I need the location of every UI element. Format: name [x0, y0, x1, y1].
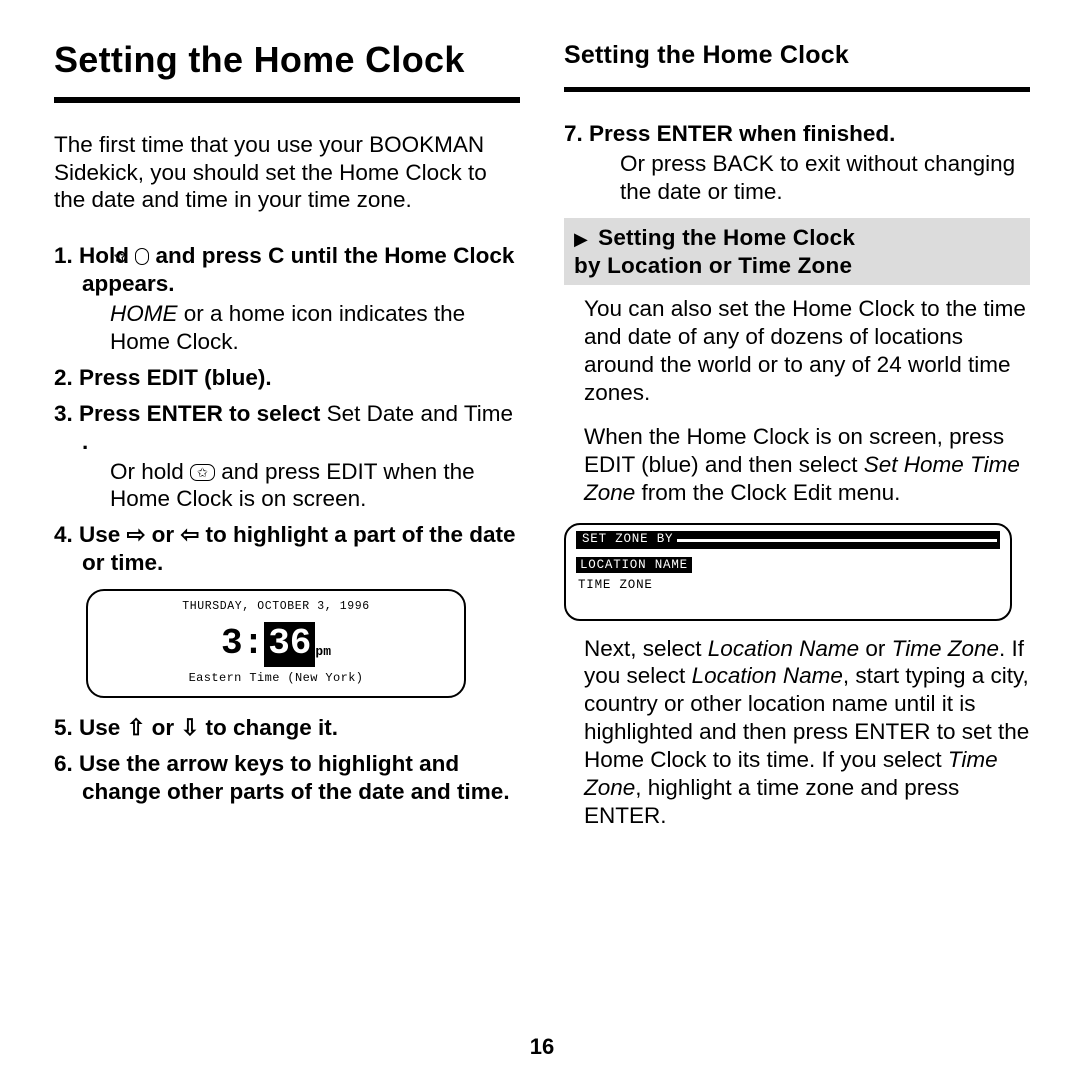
manual-page: Setting the Home Clock The first time th… [0, 0, 1080, 1080]
step-number: 2. [54, 365, 73, 390]
text: . [82, 429, 88, 454]
step-number: 4. [54, 522, 73, 547]
menu-name: Location Name [708, 636, 859, 661]
step-head: Use the arrow keys to highlight and chan… [79, 751, 510, 804]
step-1: 1. Hold ✩ and press C until the Home Clo… [54, 242, 520, 356]
step-4: 4. Use ⇨ or ⇦ to highlight a part of the… [54, 521, 520, 577]
step-number: 6. [54, 751, 73, 776]
text: Use [79, 715, 127, 740]
text: or [145, 522, 180, 547]
step-head: Use ⇨ or ⇦ to highlight a part of the da… [79, 522, 516, 575]
star-key-icon: ✩ [190, 464, 215, 481]
step-head: Hold ✩ and press C until the Home Clock … [79, 243, 514, 296]
subsection-title: Setting the Home Clock by Location or Ti… [574, 225, 855, 278]
page-title: Setting the Home Clock [54, 38, 520, 83]
paragraph: You can also set the Home Clock to the t… [564, 295, 1030, 407]
right-column: Setting the Home Clock 7. Press ENTER wh… [564, 38, 1030, 1033]
lcd-minute-highlighted: 36 [264, 622, 315, 667]
right-arrow-icon: ⇨ [127, 522, 146, 547]
running-head: Setting the Home Clock [564, 40, 1030, 71]
steps-list: 7. Press ENTER when finished. Or press B… [564, 120, 1030, 206]
left-column: Setting the Home Clock The first time th… [54, 38, 520, 1033]
text: Next, select [584, 636, 708, 661]
step-body: HOME or a home icon indicates the Home C… [82, 300, 520, 356]
text: or [145, 715, 180, 740]
step-6: 6. Use the arrow keys to highlight and c… [54, 750, 520, 806]
subsection-header: ▶ Setting the Home Clock by Location or … [564, 218, 1030, 286]
step-head: Press ENTER to select [79, 401, 327, 426]
down-arrow-icon: ⇩ [180, 715, 199, 740]
lcd-menu-item-selected: LOCATION NAME [576, 557, 692, 573]
step-3: 3. Press ENTER to select Set Date and Ti… [54, 400, 520, 514]
lcd-hour: 3 [221, 623, 243, 664]
step-2: 2. Press EDIT (blue). [54, 364, 520, 392]
steps-list: 1. Hold ✩ and press C until the Home Clo… [54, 242, 520, 577]
lcd-menu-item: TIME ZONE [576, 577, 1000, 593]
term-home: HOME [110, 301, 178, 326]
step-head: Press ENTER when finished. [589, 121, 895, 146]
title-rule [564, 87, 1030, 92]
left-arrow-icon: ⇦ [180, 522, 199, 547]
step-number: 3. [54, 401, 73, 426]
lcd-timezone-line: Eastern Time (New York) [100, 671, 452, 686]
text: Or hold [110, 459, 190, 484]
steps-list: 5. Use ⇧ or ⇩ to change it. 6. Use the a… [54, 714, 520, 806]
paragraph: When the Home Clock is on screen, press … [564, 423, 1030, 507]
menu-item: Set Date and Time [327, 401, 513, 426]
lcd-date-line: THURSDAY, OCTOBER 3, 1996 [100, 600, 452, 614]
step-5: 5. Use ⇧ or ⇩ to change it. [54, 714, 520, 742]
menu-name: Time Zone [892, 636, 999, 661]
text: from the Clock Edit menu. [635, 480, 900, 505]
two-column-layout: Setting the Home Clock The first time th… [54, 38, 1030, 1033]
step-number: 5. [54, 715, 73, 740]
step-number: 1. [54, 243, 73, 268]
lcd-ampm: pm [315, 644, 331, 659]
step-number: 7. [564, 121, 583, 146]
triangle-icon: ▶ [574, 228, 588, 250]
lcd-clock-screenshot: THURSDAY, OCTOBER 3, 1996 3:36pm Eastern… [86, 589, 466, 698]
up-arrow-icon: ⇧ [127, 715, 146, 740]
text: to change it. [199, 715, 338, 740]
step-body: Or press BACK to exit without changing t… [592, 150, 1030, 206]
text: Use [79, 522, 127, 547]
step-7: 7. Press ENTER when finished. Or press B… [564, 120, 1030, 206]
lcd-menu-title: SET ZONE BY [576, 531, 1000, 549]
menu-name: Location Name [692, 663, 843, 688]
lcd-menu-screenshot: SET ZONE BY LOCATION NAME TIME ZONE [564, 523, 1012, 621]
lcd-time: 3:36pm [100, 622, 452, 667]
text: , highlight a time zone and press ENTER. [584, 775, 959, 828]
page-number: 16 [54, 1033, 1030, 1060]
star-key-icon: ✩ [135, 248, 149, 265]
title-rule [54, 97, 520, 103]
text: Hold [79, 243, 135, 268]
intro-paragraph: The first time that you use your BOOKMAN… [54, 131, 520, 215]
paragraph: Next, select Location Name or Time Zone.… [564, 635, 1030, 830]
step-head: Press EDIT (blue). [79, 365, 272, 390]
step-body: Or hold ✩ and press EDIT when the Home C… [82, 458, 520, 514]
step-head: Use ⇧ or ⇩ to change it. [79, 715, 338, 740]
text: or [859, 636, 892, 661]
